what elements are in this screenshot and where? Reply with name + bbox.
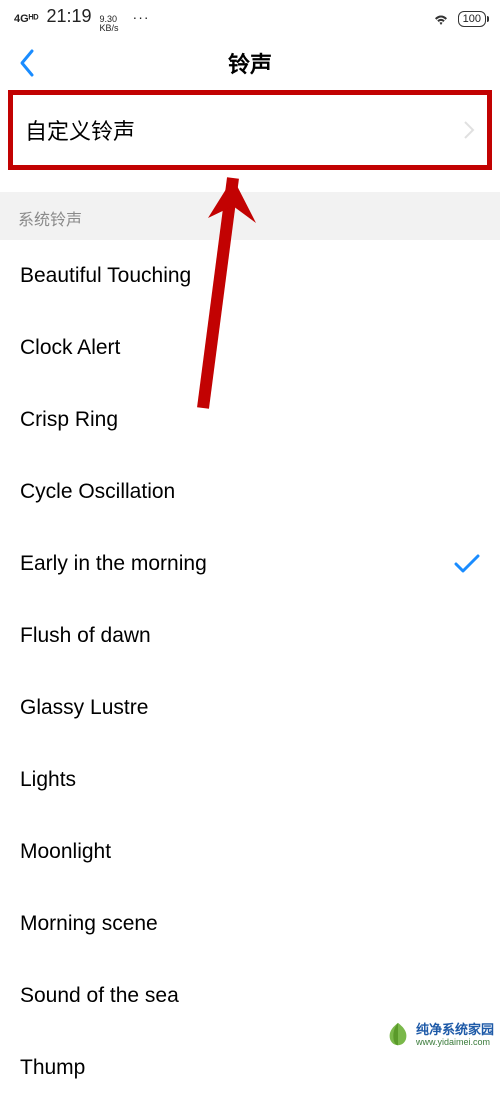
ringtone-name: Sound of the sea xyxy=(20,984,179,1008)
ringtone-name: Moonlight xyxy=(20,840,111,864)
checkmark-icon xyxy=(454,554,480,574)
custom-ringtone-row[interactable]: 自定义铃声 xyxy=(8,90,492,170)
wifi-icon xyxy=(432,12,450,26)
ringtone-item[interactable]: Clock Alert xyxy=(0,312,500,384)
watermark-logo-icon xyxy=(384,1021,412,1049)
ringtone-name: Thump xyxy=(20,1056,85,1080)
custom-ringtone-label: 自定义铃声 xyxy=(25,114,135,146)
watermark-url: www.yidaimei.com xyxy=(416,1037,494,1047)
ringtone-name: Clock Alert xyxy=(20,336,120,360)
watermark: 纯净系统家园 www.yidaimei.com xyxy=(378,1019,500,1051)
status-left: 4Gᴴᴰ 21:19 9.30KB/s ··· xyxy=(14,6,150,33)
battery-indicator: 100 xyxy=(458,11,486,27)
ringtone-name: Cycle Oscillation xyxy=(20,480,175,504)
ringtone-item[interactable]: Lights xyxy=(0,744,500,816)
ringtone-name: Crisp Ring xyxy=(20,408,118,432)
ringtone-name: Lights xyxy=(20,768,76,792)
net-speed: 9.30KB/s xyxy=(100,15,119,33)
watermark-brand: 纯净系统家园 xyxy=(416,1023,494,1037)
ringtone-item[interactable]: Beautiful Touching xyxy=(0,240,500,312)
back-button[interactable] xyxy=(18,48,36,78)
section-header: 系统铃声 xyxy=(0,192,500,240)
ringtone-name: Glassy Lustre xyxy=(20,696,148,720)
nav-bar: 铃声 xyxy=(0,38,500,88)
ringtone-name: Morning scene xyxy=(20,912,158,936)
status-right: 100 xyxy=(432,11,486,27)
ringtone-item[interactable]: Morning scene xyxy=(0,888,500,960)
ringtone-item[interactable]: Moonlight xyxy=(0,816,500,888)
ringtone-name: Beautiful Touching xyxy=(20,264,191,288)
ringtone-item[interactable]: Crisp Ring xyxy=(0,384,500,456)
network-signal: 4Gᴴᴰ xyxy=(14,13,38,25)
chevron-right-icon xyxy=(463,120,475,140)
more-icon: ··· xyxy=(133,9,150,25)
ringtone-name: Early in the morning xyxy=(20,552,207,576)
ringtone-item[interactable]: Glassy Lustre xyxy=(0,672,500,744)
page-title: 铃声 xyxy=(228,47,272,79)
ringtone-item[interactable]: Cycle Oscillation xyxy=(0,456,500,528)
ringtone-item[interactable]: Flush of dawn xyxy=(0,600,500,672)
status-bar: 4Gᴴᴰ 21:19 9.30KB/s ··· 100 xyxy=(0,0,500,38)
ringtone-name: Flush of dawn xyxy=(20,624,151,648)
clock-time: 21:19 xyxy=(46,6,91,27)
ringtone-list: Beautiful Touching Clock Alert Crisp Ring C… xyxy=(0,240,500,1104)
ringtone-item[interactable]: Early in the morning xyxy=(0,528,500,600)
